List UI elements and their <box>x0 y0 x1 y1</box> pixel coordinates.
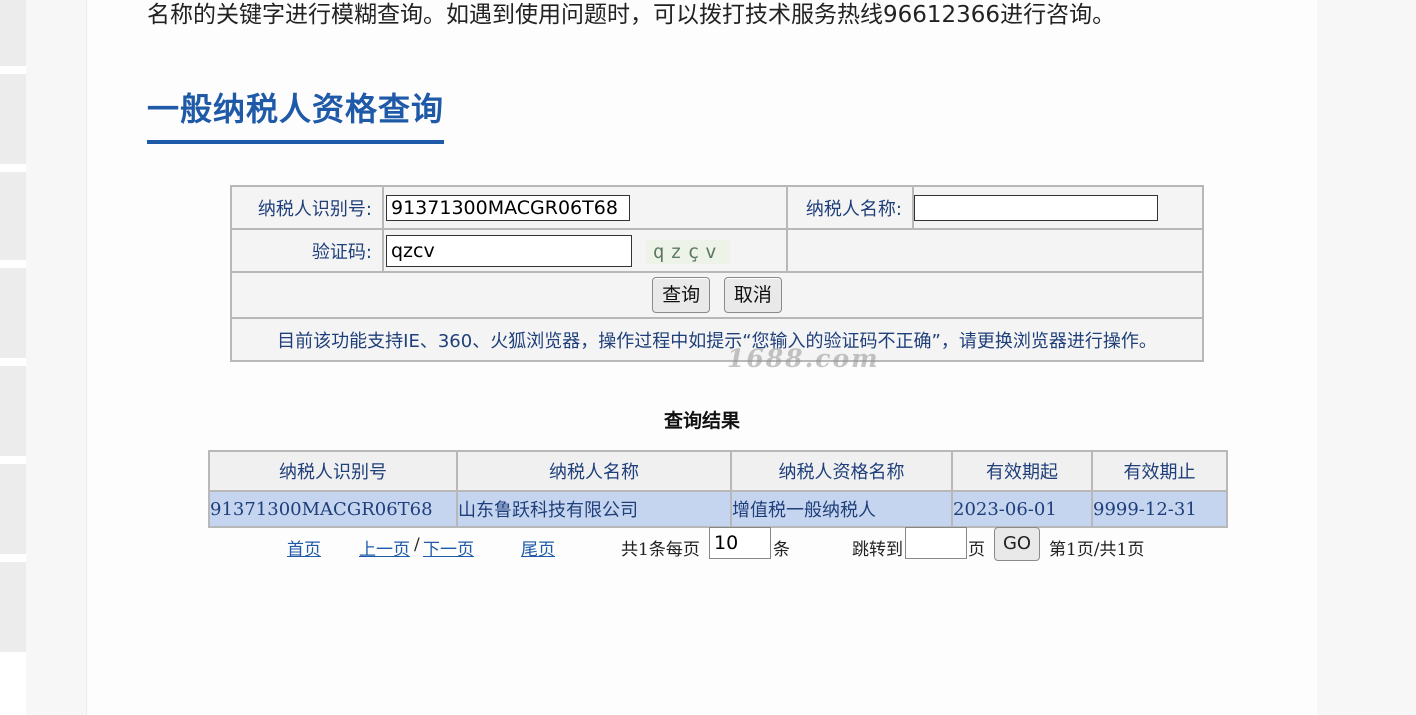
go-button[interactable]: GO <box>994 527 1040 561</box>
cell-taxpayer-id: 91371300MACGR06T68 <box>208 490 458 528</box>
cell-qualification: 增值税一般纳税人 <box>730 490 953 528</box>
cell-valid-to: 9999-12-31 <box>1091 490 1228 528</box>
column-header-valid-from: 有效期起 <box>951 450 1093 492</box>
column-header-taxpayer-id: 纳税人识别号 <box>208 450 458 492</box>
taxpayer-id-label: 纳税人识别号: <box>230 185 384 230</box>
rail-block <box>0 268 26 358</box>
empty-cell <box>786 228 1204 273</box>
page-status: 第1页/共1页 <box>1049 540 1145 560</box>
last-page-link[interactable]: 尾页 <box>521 535 555 560</box>
query-form: 纳税人识别号: 纳税人名称: 验证码: qzçv 查询 取消 目前该功能支持 <box>230 185 1204 362</box>
pager: 首页 上一页 / 下一页 尾页 共1条每页 条 跳转到 页 GO 第1页/共1页 <box>87 527 1317 561</box>
next-page-link[interactable]: 下一页 <box>423 535 474 560</box>
pager-slash: / <box>414 535 420 555</box>
taxpayer-id-input[interactable] <box>386 194 630 221</box>
results-title: 查询结果 <box>663 410 740 432</box>
captcha-image[interactable]: qzçv <box>645 239 730 264</box>
rail-block <box>0 0 26 66</box>
column-header-taxpayer-name: 纳税人名称 <box>456 450 732 492</box>
rail-block <box>0 172 26 260</box>
table-row: 91371300MACGR06T68 山东鲁跃科技有限公司 增值税一般纳税人 2… <box>208 490 1228 528</box>
taxpayer-id-cell <box>382 185 788 230</box>
rail-block <box>0 74 26 164</box>
browser-notice: 目前该功能支持IE、360、火狐浏览器，操作过程中如提示“您输入的验证码不正确”… <box>230 317 1204 362</box>
taxpayer-name-input[interactable] <box>914 194 1158 221</box>
left-rail <box>0 0 26 715</box>
first-page-link[interactable]: 首页 <box>287 535 321 560</box>
cell-taxpayer-name: 山东鲁跃科技有限公司 <box>456 490 732 528</box>
taxpayer-name-cell <box>912 185 1204 230</box>
captcha-cell: qzçv <box>382 228 788 273</box>
taxpayer-name-label: 纳税人名称: <box>786 185 914 230</box>
watermark: 1688.com <box>727 344 880 373</box>
button-row: 查询 取消 <box>230 271 1204 319</box>
captcha-input[interactable] <box>386 234 632 267</box>
column-header-valid-to: 有效期止 <box>1091 450 1228 492</box>
rail-block <box>0 562 26 652</box>
intro-text: 名称的关键字进行模糊查询。如遇到使用问题时，可以拨打技术服务热线96612366… <box>147 2 1116 28</box>
rail-block <box>0 464 26 554</box>
query-button[interactable]: 查询 <box>652 277 711 313</box>
rail-block <box>0 366 26 456</box>
prev-page-link[interactable]: 上一页 <box>359 535 410 560</box>
cancel-button[interactable]: 取消 <box>723 277 782 313</box>
content-page: 名称的关键字进行模糊查询。如遇到使用问题时，可以拨打技术服务热线96612366… <box>86 0 1317 715</box>
per-page-unit: 条 <box>773 540 790 560</box>
per-page-input[interactable] <box>709 527 771 559</box>
results-table: 纳税人识别号 纳税人名称 纳税人资格名称 有效期起 有效期止 91371300M… <box>208 450 1228 528</box>
jump-unit: 页 <box>968 540 985 560</box>
cell-valid-from: 2023-06-01 <box>951 490 1093 528</box>
section-title: 一般纳税人资格查询 <box>147 84 445 144</box>
jump-page-input[interactable] <box>905 527 967 559</box>
column-header-qualification: 纳税人资格名称 <box>730 450 953 492</box>
results-header-row: 纳税人识别号 纳税人名称 纳税人资格名称 有效期起 有效期止 <box>208 450 1228 492</box>
captcha-label: 验证码: <box>230 228 384 273</box>
total-label: 共1条每页 <box>621 540 700 560</box>
jump-label: 跳转到 <box>852 540 903 560</box>
